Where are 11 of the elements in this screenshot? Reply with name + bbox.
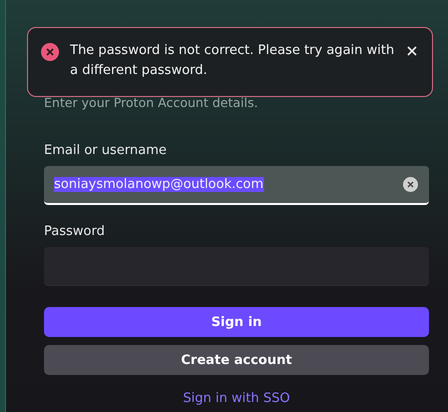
clear-icon[interactable] bbox=[403, 177, 418, 192]
sign-in-button[interactable]: Sign in bbox=[44, 307, 429, 337]
sso-link[interactable]: Sign in with SSO bbox=[183, 391, 290, 406]
close-button[interactable] bbox=[406, 45, 418, 57]
create-account-button[interactable]: Create account bbox=[44, 345, 429, 375]
error-message: The password is not correct. Please try again with a different password. bbox=[70, 42, 395, 80]
field-label: Password bbox=[44, 224, 106, 239]
field-label: Email or username bbox=[44, 143, 168, 158]
subtitle: Enter your Proton Account details. bbox=[44, 95, 259, 110]
input-field[interactable]: soniaysmolanowp@outlook.com bbox=[44, 166, 429, 205]
error-icon bbox=[41, 43, 59, 61]
